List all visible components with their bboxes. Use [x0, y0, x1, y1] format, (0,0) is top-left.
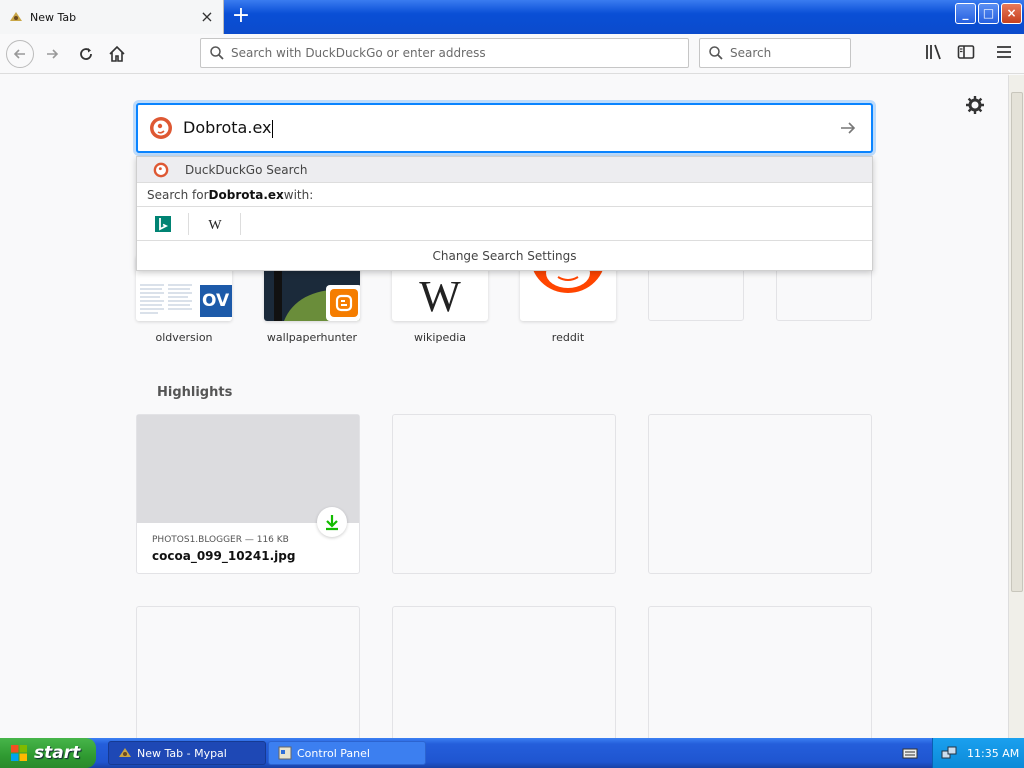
engine-bing-button[interactable]: [137, 212, 189, 235]
taskbar-item-mypal[interactable]: New Tab - Mypal: [108, 741, 266, 765]
duckduckgo-icon: [153, 162, 169, 177]
search-suggestions-popup: DuckDuckGo Search Search for Dobrota.ex …: [136, 156, 873, 271]
highlights-heading: Highlights: [157, 385, 233, 400]
sidebar-icon[interactable]: [956, 42, 976, 62]
highlight-card-empty: [648, 606, 872, 738]
maximize-button[interactable]: □: [978, 3, 999, 24]
start-button[interactable]: start: [0, 738, 96, 768]
top-site-label: oldversion: [155, 331, 213, 344]
clock: 11:35 AM: [967, 746, 1020, 760]
highlight-card-empty: [392, 606, 616, 738]
reload-button[interactable]: [72, 40, 100, 68]
vertical-scrollbar[interactable]: [1008, 75, 1024, 738]
navigation-toolbar: Search with DuckDuckGo or enter address …: [0, 34, 1024, 74]
taskbar-item-control-panel[interactable]: Control Panel: [268, 741, 426, 765]
scrollbar-thumb[interactable]: [1011, 92, 1023, 592]
blogger-icon: [335, 294, 353, 312]
highlight-card-empty: [136, 606, 360, 738]
minimize-button[interactable]: _: [955, 3, 976, 24]
engine-suggestion-label: DuckDuckGo Search: [185, 162, 308, 177]
search-icon: [709, 46, 723, 60]
start-label: start: [34, 743, 81, 763]
system-tray: 11:35 AM: [932, 738, 1024, 768]
new-tab-button[interactable]: +: [230, 5, 252, 27]
change-search-settings-button[interactable]: Change Search Settings: [137, 241, 872, 271]
top-site-label: wikipedia: [413, 331, 466, 344]
download-badge: [317, 507, 347, 537]
address-bar-placeholder: Search with DuckDuckGo or enter address: [231, 46, 486, 60]
svg-text:W: W: [208, 218, 222, 232]
highlight-card-empty: [648, 414, 872, 574]
gear-icon[interactable]: [965, 95, 985, 115]
windows-logo-icon: [11, 745, 27, 761]
tab-strip: New Tab × + _ □ ×: [0, 0, 1024, 34]
one-off-engines: W: [137, 207, 872, 241]
download-icon: [326, 515, 338, 531]
forward-button[interactable]: [38, 40, 66, 68]
highlight-source: PHOTOS1.BLOGGER — 116 KB: [152, 535, 289, 545]
back-arrow-icon: [13, 49, 25, 59]
forward-arrow-icon: [47, 49, 59, 59]
duckduckgo-icon: [150, 117, 172, 139]
search-bar[interactable]: Search: [699, 38, 851, 68]
hamburger-menu-icon[interactable]: [994, 42, 1014, 62]
library-icon[interactable]: [924, 42, 944, 62]
top-site-label: wallpaperhunter: [266, 331, 358, 344]
close-tab-icon[interactable]: ×: [199, 9, 215, 25]
engine-wikipedia-button[interactable]: W: [189, 212, 241, 235]
highlight-card[interactable]: PHOTOS1.BLOGGER — 116 KB cocoa_099_10241…: [136, 414, 360, 574]
search-bar-placeholder: Search: [730, 46, 772, 60]
keyboard-icon[interactable]: [902, 745, 918, 761]
bing-icon: [154, 215, 171, 232]
address-bar[interactable]: Search with DuckDuckGo or enter address: [200, 38, 689, 68]
close-window-button[interactable]: ×: [1001, 3, 1022, 24]
back-button[interactable]: [6, 40, 34, 68]
reload-icon: [80, 48, 92, 60]
highlight-card-empty: [392, 414, 616, 574]
new-tab-page: OV oldversion wallpaperhunter W wikipedi…: [0, 75, 1008, 738]
search-for-label: Search for Dobrota.ex with:: [137, 183, 872, 207]
network-icon[interactable]: [941, 745, 957, 761]
mypal-icon: [119, 748, 131, 757]
go-arrow-icon[interactable]: [839, 119, 857, 137]
mypal-icon: [10, 12, 22, 21]
taskbar: start New Tab - Mypal Control Panel 11:3…: [0, 738, 1024, 768]
home-icon: [109, 45, 125, 62]
page-search-input[interactable]: Dobrota.ex: [136, 103, 873, 153]
home-button[interactable]: [103, 40, 131, 68]
page-search-value: Dobrota.ex: [183, 118, 274, 138]
wikipedia-icon: W: [208, 218, 222, 232]
taskbar-item-label: Control Panel: [297, 746, 370, 760]
svg-text:W: W: [419, 272, 461, 321]
control-panel-icon: [278, 746, 292, 760]
tab-title: New Tab: [30, 10, 77, 24]
search-icon: [210, 46, 224, 60]
top-site-label: reddit: [551, 331, 585, 344]
taskbar-item-label: New Tab - Mypal: [137, 746, 227, 760]
engine-suggestion-row[interactable]: DuckDuckGo Search: [137, 157, 872, 183]
tab-new-tab[interactable]: New Tab ×: [0, 0, 224, 34]
highlight-title: cocoa_099_10241.jpg: [152, 549, 296, 563]
ov-icon: OV: [202, 291, 230, 311]
